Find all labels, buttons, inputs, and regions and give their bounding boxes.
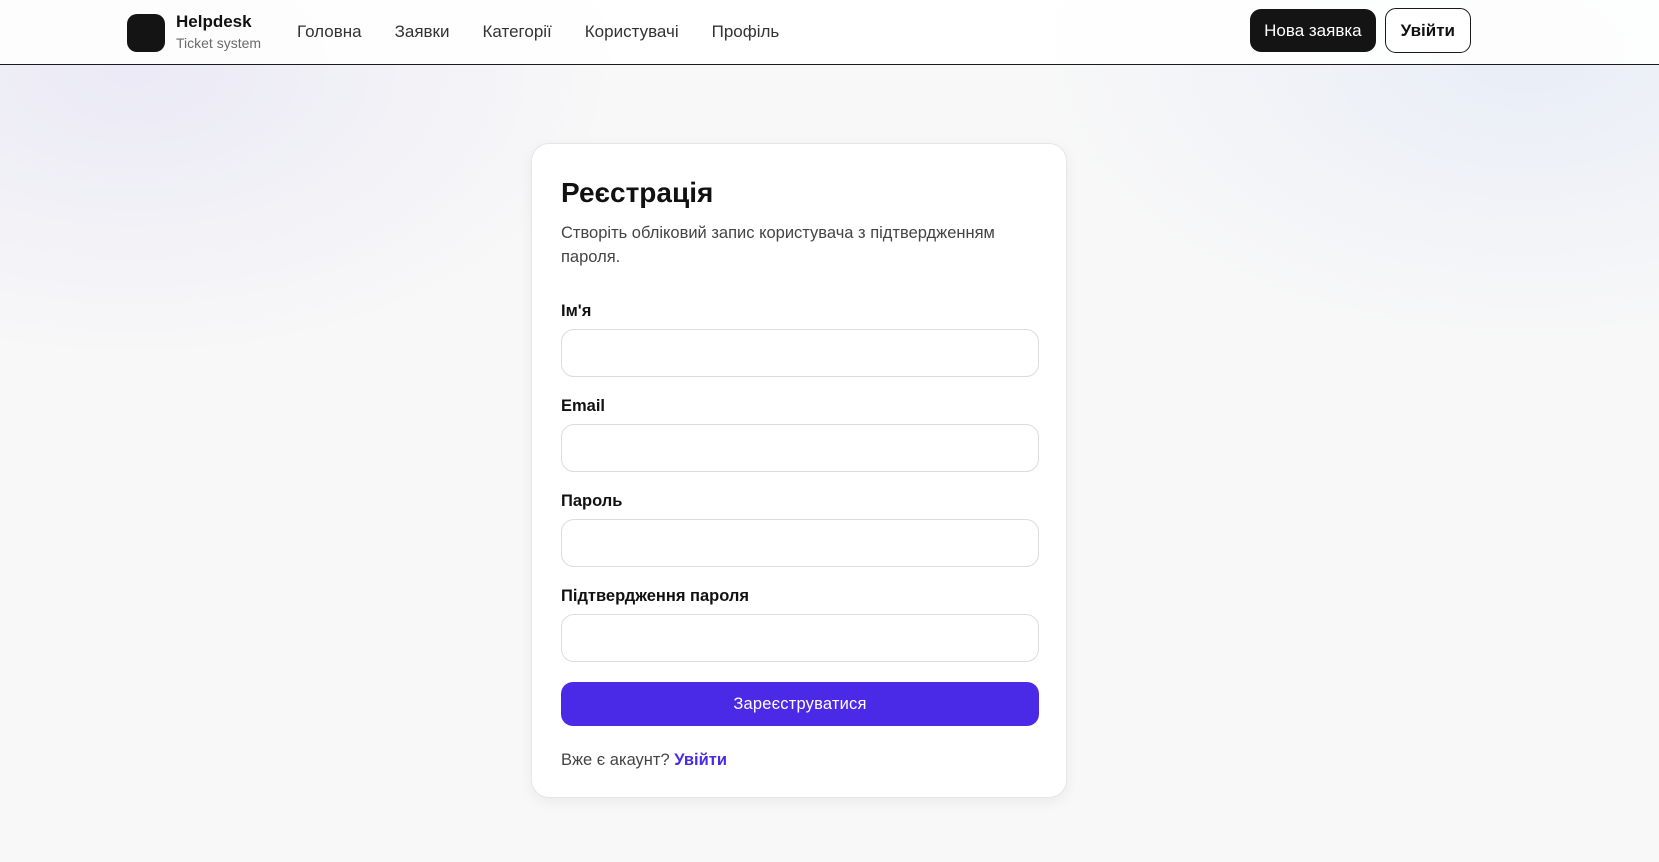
login-link[interactable]: Увійти (674, 751, 727, 769)
email-input[interactable] (561, 424, 1039, 472)
brand[interactable]: Helpdesk Ticket system (127, 12, 261, 53)
email-field-group: Email (561, 395, 1039, 472)
name-field-group: Ім'я (561, 300, 1039, 377)
password-confirm-input[interactable] (561, 614, 1039, 662)
page-title: Реєстрація (561, 177, 714, 208)
password-confirm-field-group: Підтвердження пароля (561, 585, 1039, 662)
login-prompt: Вже є акаунт? Увійти (561, 749, 1037, 771)
nav-item-categories[interactable]: Категорії (483, 20, 552, 44)
nav-item-tickets[interactable]: Заявки (395, 20, 450, 44)
register-button[interactable]: Зареєструватися (561, 682, 1039, 726)
form-description: Створіть обліковий запис користувача з п… (561, 224, 995, 266)
top-navbar: Helpdesk Ticket system Головна Заявки Ка… (0, 0, 1659, 65)
nav-item-users[interactable]: Користувачі (585, 20, 679, 44)
brand-name: Helpdesk (176, 12, 252, 31)
header-actions: Нова заявка Увійти (1250, 8, 1471, 53)
new-ticket-button[interactable]: Нова заявка (1250, 9, 1376, 52)
name-input[interactable] (561, 329, 1039, 377)
password-label: Пароль (561, 492, 623, 510)
brand-logo-icon (127, 13, 165, 52)
login-prompt-text: Вже є акаунт? (561, 751, 670, 769)
brand-text: Helpdesk Ticket system (176, 12, 261, 53)
email-label: Email (561, 397, 606, 415)
register-card: Реєстрація Створіть обліковий запис кори… (531, 143, 1067, 798)
brand-subtitle: Ticket system (176, 35, 262, 51)
login-button[interactable]: Увійти (1384, 8, 1471, 53)
nav-item-home[interactable]: Головна (297, 20, 362, 44)
main-nav: Головна Заявки Категорії Користувачі Про… (297, 20, 812, 44)
password-field-group: Пароль (561, 490, 1039, 567)
name-label: Ім'я (561, 302, 592, 320)
password-confirm-label: Підтвердження пароля (561, 587, 750, 605)
password-input[interactable] (561, 519, 1039, 567)
nav-item-profile[interactable]: Профіль (712, 20, 780, 44)
